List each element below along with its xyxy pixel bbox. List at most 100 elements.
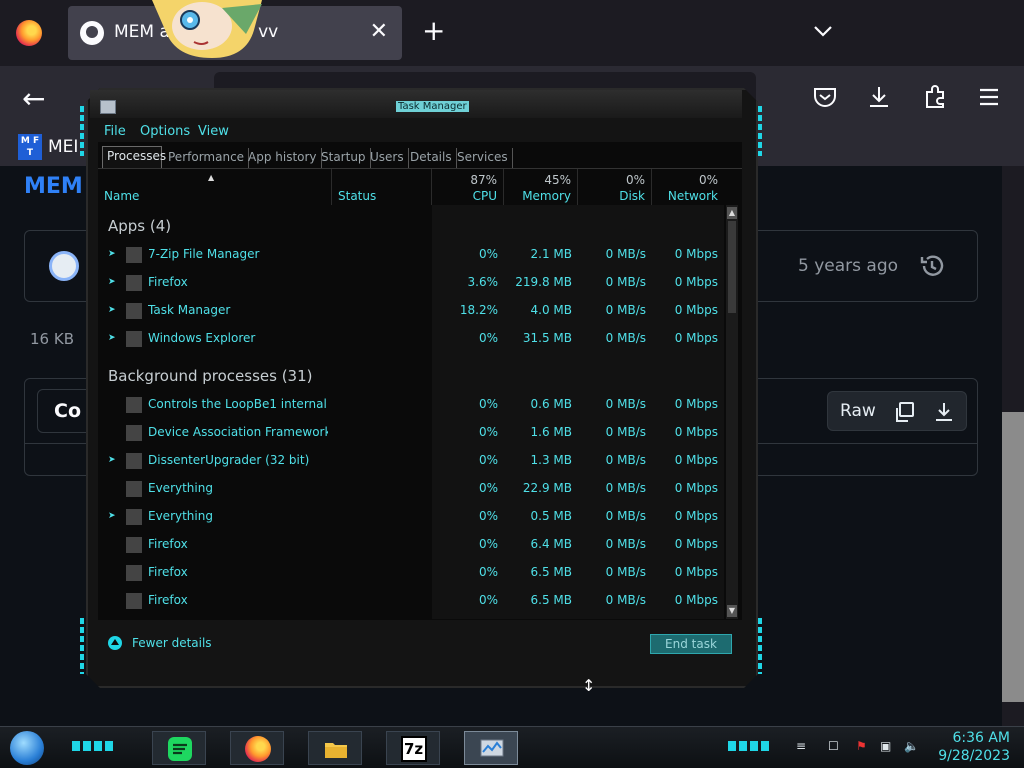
download-icon[interactable] xyxy=(932,400,956,424)
table-row[interactable]: Device Association Framework ... 0% 1.6 MB… xyxy=(98,419,724,447)
bookmark-label[interactable]: MEI xyxy=(48,137,78,157)
menu-view[interactable]: View xyxy=(198,124,229,139)
network-icon[interactable]: ▣ xyxy=(880,739,896,755)
column-disk-label: Disk xyxy=(619,189,645,203)
7zip-icon: 7z xyxy=(401,736,427,762)
process-name: 7-Zip File Manager xyxy=(148,247,260,261)
start-orb-icon[interactable] xyxy=(10,731,44,765)
repo-heading[interactable]: MEM xyxy=(24,174,83,199)
taskbar-glow-left-icon xyxy=(72,741,116,751)
volume-icon[interactable]: 🔈 xyxy=(904,739,920,755)
taskbar-task-manager[interactable] xyxy=(464,731,518,765)
system-clock[interactable]: 6:36 AM 9/28/2023 xyxy=(930,729,1010,765)
fewer-details-link[interactable]: Fewer details xyxy=(132,636,212,650)
table-row[interactable]: Everything 0% 22.9 MB 0 MB/s 0 Mbps xyxy=(98,475,724,503)
process-memory: 6.4 MB xyxy=(530,537,572,551)
expand-arrow-icon[interactable]: ➤ xyxy=(108,249,116,259)
process-memory: 22.9 MB xyxy=(522,481,572,495)
table-row[interactable]: Controls the LoopBe1 internal ... 0% 0.6 M… xyxy=(98,391,724,419)
tab-users[interactable]: Users xyxy=(366,148,409,168)
tab-startup[interactable]: Startup xyxy=(317,148,371,168)
process-memory: 6.5 MB xyxy=(530,593,572,607)
table-row[interactable]: ➤ 7-Zip File Manager 0% 2.1 MB 0 MB/s 0 Mbps xyxy=(98,241,724,269)
process-icon xyxy=(126,247,142,263)
pocket-icon[interactable] xyxy=(812,84,838,110)
new-tab-button[interactable]: + xyxy=(422,16,445,46)
tab-close-icon[interactable]: ✕ xyxy=(370,19,388,44)
extensions-puzzle-icon[interactable] xyxy=(922,84,948,110)
process-name: Firefox xyxy=(148,275,188,289)
history-icon[interactable] xyxy=(918,252,946,280)
table-row[interactable]: Firefox 0% 6.5 MB 0 MB/s 0 Mbps xyxy=(98,587,724,615)
mft-bookmark-icon[interactable]: M F T xyxy=(18,134,42,160)
taskbar-7zip[interactable]: 7z xyxy=(386,731,440,765)
copy-icon[interactable] xyxy=(892,400,916,424)
downloads-icon[interactable] xyxy=(866,84,892,110)
raw-button[interactable]: Raw xyxy=(840,401,876,421)
tab-processes[interactable]: Processes xyxy=(102,146,166,168)
task-manager-app-icon xyxy=(100,100,116,114)
table-row[interactable]: Firefox 0% 6.4 MB 0 MB/s 0 Mbps xyxy=(98,531,724,559)
avatar[interactable] xyxy=(49,251,79,281)
table-row[interactable]: ➤ Task Manager 18.2% 4.0 MB 0 MB/s 0 Mbps xyxy=(98,297,724,325)
expand-arrow-icon[interactable]: ➤ xyxy=(108,277,116,287)
collapse-up-icon[interactable] xyxy=(108,636,122,650)
scroll-up-icon[interactable]: ▲ xyxy=(727,207,737,219)
process-list-scrollbar[interactable]: ▲ ▼ xyxy=(726,205,738,619)
column-disk[interactable]: 0% Disk xyxy=(578,169,652,205)
commit-age[interactable]: 5 years ago xyxy=(798,256,898,276)
column-name[interactable]: ▲ Name xyxy=(98,169,332,205)
task-manager-window: Task Manager File Options View Processes… xyxy=(80,88,764,692)
tab-services[interactable]: Services xyxy=(453,148,513,168)
scroll-down-icon[interactable]: ▼ xyxy=(727,605,737,617)
title-bar[interactable]: Task Manager xyxy=(90,90,742,118)
scrollbar-thumb[interactable] xyxy=(728,221,736,313)
show-desktop-icon[interactable]: ≡ xyxy=(796,739,812,755)
memory-total: 45% xyxy=(544,173,571,187)
expand-arrow-icon[interactable]: ➤ xyxy=(108,305,116,315)
expand-arrow-icon[interactable]: ➤ xyxy=(108,455,116,465)
apps-group-header[interactable]: Apps (4) xyxy=(108,217,171,235)
background-group-header[interactable]: Background processes (31) xyxy=(108,367,313,385)
flag-icon[interactable]: ⚑ xyxy=(856,739,872,755)
action-center-icon[interactable]: ☐ xyxy=(828,739,844,755)
process-disk: 0 MB/s xyxy=(605,537,646,551)
taskbar-file-explorer[interactable] xyxy=(308,731,362,765)
process-cpu: 0% xyxy=(478,453,498,467)
clock-date: 9/28/2023 xyxy=(938,748,1010,764)
process-disk: 0 MB/s xyxy=(605,565,646,579)
column-status[interactable]: Status xyxy=(332,169,432,205)
hamburger-menu-icon[interactable] xyxy=(976,84,1002,110)
end-task-button[interactable]: End task xyxy=(650,634,732,654)
column-memory-label: Memory xyxy=(522,189,571,203)
frame-glow-left-top-icon xyxy=(80,106,84,156)
expand-arrow-icon[interactable]: ➤ xyxy=(108,511,116,521)
process-network: 0 Mbps xyxy=(674,509,718,523)
back-button[interactable]: ← xyxy=(22,82,45,115)
process-icon xyxy=(126,425,142,441)
column-network[interactable]: 0% Network xyxy=(652,169,724,205)
process-network: 0 Mbps xyxy=(674,425,718,439)
tab-performance[interactable]: Performance xyxy=(164,148,250,168)
table-row[interactable]: ➤ Everything 0% 0.5 MB 0 MB/s 0 Mbps xyxy=(98,503,724,531)
column-cpu[interactable]: 87% CPU xyxy=(432,169,504,205)
taskbar-spotify[interactable] xyxy=(152,731,206,765)
file-explorer-icon xyxy=(325,743,347,758)
process-network: 0 Mbps xyxy=(674,275,718,289)
tab-details[interactable]: Details xyxy=(406,148,457,168)
menu-file[interactable]: File xyxy=(104,124,126,139)
menu-options[interactable]: Options xyxy=(140,124,190,139)
table-row[interactable]: ➤ Windows Explorer 0% 31.5 MB 0 MB/s 0 Mbps xyxy=(98,325,724,353)
table-row[interactable]: ➤ Firefox 3.6% 219.8 MB 0 MB/s 0 Mbps xyxy=(98,269,724,297)
list-all-tabs-chevron-down-icon[interactable] xyxy=(812,20,834,42)
firefox-menu-icon[interactable] xyxy=(16,20,42,46)
table-row[interactable]: ➤ DissenterUpgrader (32 bit) 0% 1.3 MB 0 MB/… xyxy=(98,447,724,475)
column-memory[interactable]: 45% Memory xyxy=(504,169,578,205)
process-cpu: 0% xyxy=(478,509,498,523)
tab-app-history[interactable]: App history xyxy=(244,148,322,168)
page-scrollbar-thumb[interactable] xyxy=(1002,412,1024,702)
process-list: Apps (4) ➤ 7-Zip File Manager 0% 2.1 MB 0 MB… xyxy=(98,205,724,619)
table-row[interactable]: Firefox 0% 6.5 MB 0 MB/s 0 Mbps xyxy=(98,559,724,587)
taskbar-firefox[interactable] xyxy=(230,731,284,765)
expand-arrow-icon[interactable]: ➤ xyxy=(108,333,116,343)
